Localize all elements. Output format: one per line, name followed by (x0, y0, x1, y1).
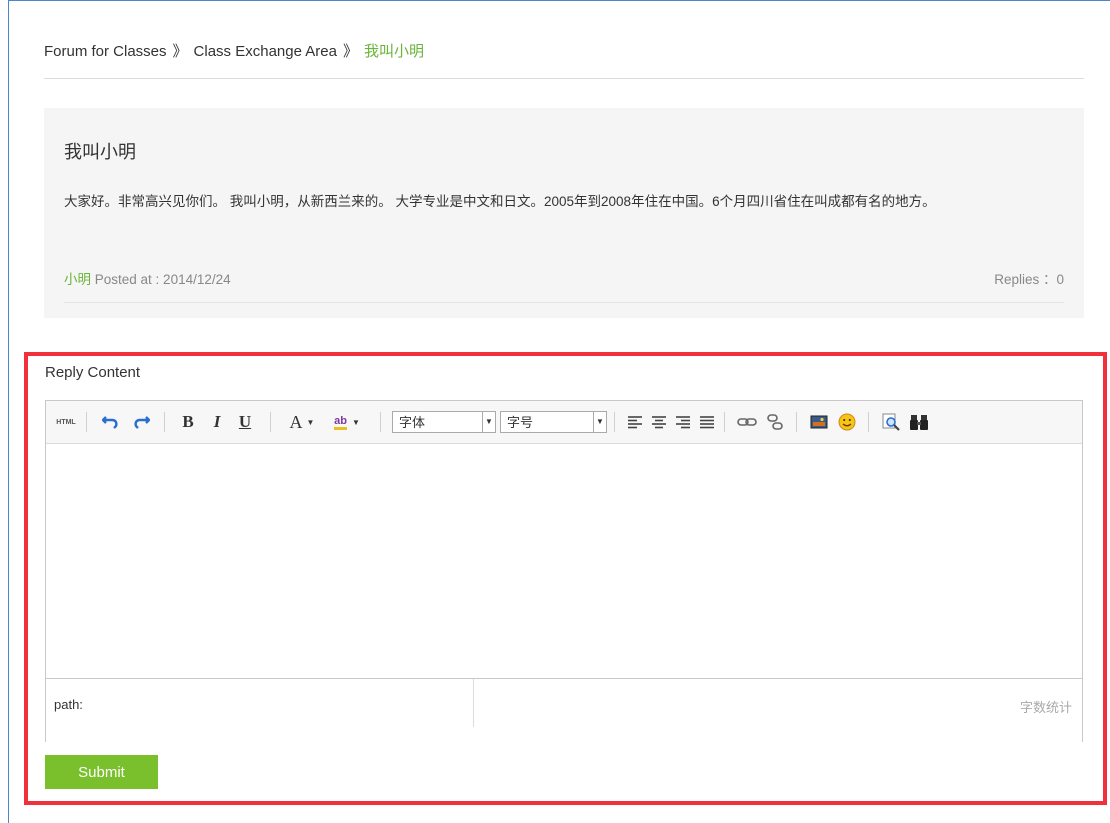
align-right-icon[interactable] (674, 412, 692, 432)
editor-toolbar: HTML B I U A ▼ ab ▼ 字体 ▼ 字号 ▼ (46, 401, 1082, 444)
undo-icon[interactable] (101, 412, 121, 432)
breadcrumb: Forum for Classes 》 Class Exchange Area 》我叫… (44, 40, 1084, 79)
breadcrumb-separator: 》 (342, 43, 358, 60)
breadcrumb-forum-link[interactable]: Forum for Classes (44, 40, 167, 64)
image-icon[interactable] (808, 412, 830, 432)
post-card: 我叫小明 大家好。非常高兴见你们。 我叫小明，从新西兰来的。 大学专业是中文和日… (44, 108, 1084, 318)
preview-icon[interactable] (880, 412, 902, 432)
toolbar-separator (724, 412, 725, 432)
unlink-icon[interactable] (764, 412, 786, 432)
breadcrumb-separator: 》 (172, 43, 188, 60)
font-color-glyph: A (289, 411, 303, 432)
align-center-icon[interactable] (650, 412, 668, 432)
rich-text-editor: HTML B I U A ▼ ab ▼ 字体 ▼ 字号 ▼ path: 字数统计 (45, 400, 1083, 742)
breadcrumb-area-link[interactable]: Class Exchange Area (194, 40, 337, 64)
reply-count: Replies ：0 (994, 272, 1064, 287)
toolbar-separator (614, 412, 615, 432)
font-size-select[interactable]: 字号 ▼ (500, 411, 607, 433)
emoticon-icon[interactable] (836, 412, 858, 432)
post-body: 大家好。非常高兴见你们。 我叫小明，从新西兰来的。 大学专业是中文和日文。200… (64, 194, 936, 209)
chevron-down-icon: ▼ (306, 417, 315, 427)
toolbar-separator (868, 412, 869, 432)
align-left-icon[interactable] (626, 412, 644, 432)
submit-button[interactable]: Submit (45, 755, 158, 789)
font-family-value: 字体 (399, 415, 426, 430)
post-date: Posted at : 2014/12/24 (94, 272, 231, 287)
post-title: 我叫小明 (64, 142, 136, 162)
find-icon[interactable] (908, 412, 930, 432)
italic-icon[interactable]: I (208, 412, 226, 432)
highlight-icon[interactable]: ab ▼ (328, 412, 366, 432)
breadcrumb-current: 我叫小明 (363, 43, 424, 60)
toolbar-separator (380, 412, 381, 432)
status-divider (473, 679, 474, 727)
frame-left-border (8, 0, 9, 823)
frame-top-border (8, 0, 1110, 1)
toolbar-separator (270, 412, 271, 432)
html-icon-label: HTML (56, 418, 76, 426)
reply-text-area[interactable] (46, 444, 1082, 678)
font-family-select[interactable]: 字体 ▼ (392, 411, 496, 433)
toolbar-separator (796, 412, 797, 432)
word-count-label: 字数统计 (1019, 700, 1072, 715)
post-meta: 小明 Posted at : 2014/12/24 Replies ：0 (64, 268, 1064, 303)
font-color-icon[interactable]: A ▼ (284, 412, 320, 432)
justify-icon[interactable] (698, 412, 716, 432)
underline-icon[interactable]: U (236, 412, 254, 432)
link-icon[interactable] (736, 412, 758, 432)
highlight-glyph: ab (334, 415, 347, 430)
chevron-down-icon: ▼ (482, 412, 495, 432)
redo-icon[interactable] (131, 412, 151, 432)
post-author-link[interactable]: 小明 (64, 272, 91, 287)
html-icon[interactable]: HTML (54, 412, 78, 432)
chevron-down-icon: ▼ (593, 412, 606, 432)
font-size-value: 字号 (507, 415, 534, 430)
reply-content-label: Reply Content (45, 364, 141, 381)
chevron-down-icon: ▼ (351, 417, 360, 427)
editor-status-bar: path: 字数统计 (46, 678, 1082, 742)
toolbar-separator (164, 412, 165, 432)
toolbar-separator (86, 412, 87, 432)
element-path-label: path: (54, 697, 83, 712)
bold-icon[interactable]: B (179, 412, 197, 432)
